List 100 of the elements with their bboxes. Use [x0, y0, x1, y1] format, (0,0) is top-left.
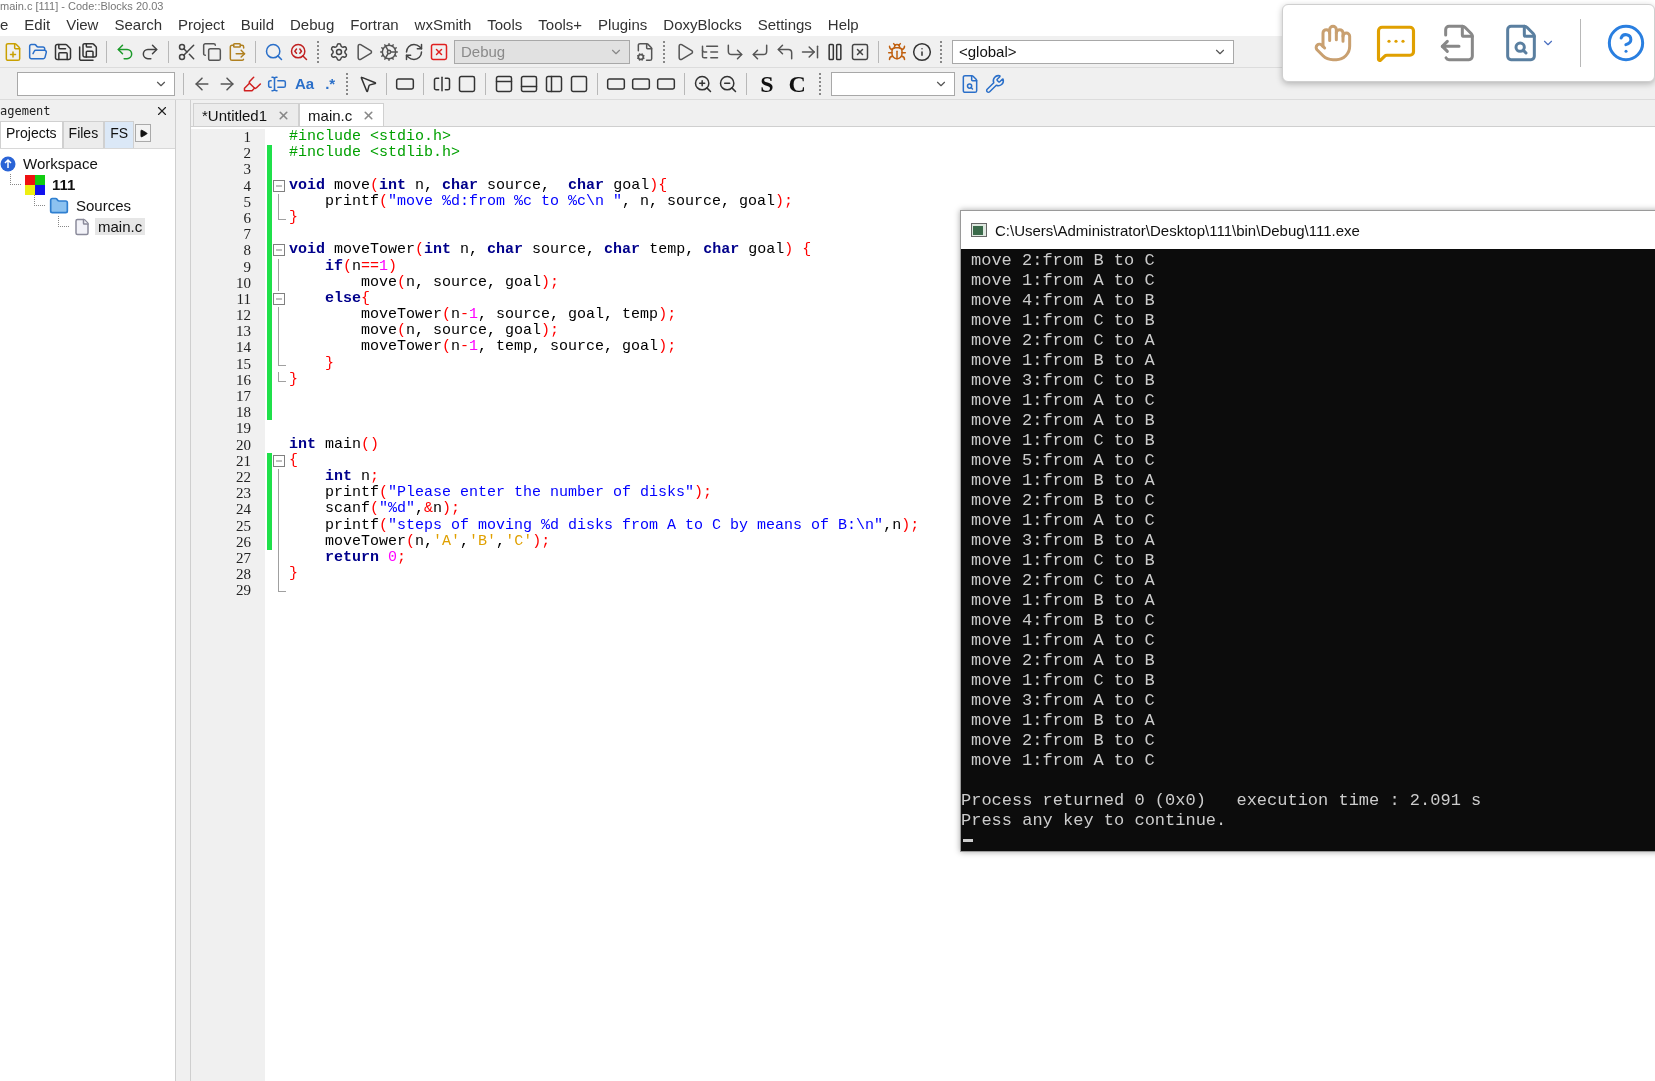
save-icon[interactable]	[53, 41, 73, 62]
console-line: move 1:from A to C	[970, 271, 1156, 291]
console-line: move 3:from B to A	[970, 531, 1156, 551]
menu-item[interactable]: Plugins	[591, 16, 655, 33]
scissors-icon[interactable]	[177, 41, 197, 62]
console-line: move 1:from B to A	[970, 711, 1156, 731]
save-all-icon[interactable]	[78, 41, 98, 62]
menu-item[interactable]: View	[59, 16, 106, 33]
menu-item[interactable]: e	[0, 16, 16, 33]
zoom-out-icon[interactable]	[718, 73, 739, 94]
code-line: }	[324, 355, 334, 372]
refresh-icon[interactable]	[404, 41, 424, 62]
panel-tab[interactable]: Files	[62, 121, 105, 148]
menu-item[interactable]: Project	[171, 16, 232, 33]
project-icon	[25, 174, 45, 195]
stop-icon[interactable]	[429, 41, 449, 62]
fold-toggle-icon[interactable]	[273, 244, 285, 257]
panel-bottom-icon[interactable]	[519, 73, 540, 94]
console-title: C:\Users\Administrator\Desktop\111\bin\Debug\111.exe	[995, 221, 1360, 239]
menu-item[interactable]: Help	[820, 16, 866, 33]
run-icon[interactable]	[675, 41, 695, 62]
menu-item[interactable]: Settings	[750, 16, 819, 33]
bug-icon[interactable]	[887, 41, 907, 62]
tree-item[interactable]: 111	[49, 176, 79, 193]
tree-item[interactable]: Sources	[73, 197, 135, 214]
copy-icon[interactable]	[202, 41, 222, 62]
code-line: void move(int n, char source, char goal){	[288, 177, 668, 194]
file-gear-icon[interactable]	[635, 41, 655, 62]
code-line: int n;	[324, 468, 380, 485]
console-line: move 5:from A to C	[970, 451, 1156, 471]
zoom-in-icon[interactable]	[693, 73, 714, 94]
clipboard-icon[interactable]	[227, 41, 247, 62]
menu-item[interactable]: wxSmith	[407, 16, 479, 33]
console-line: move 2:from B to C	[970, 731, 1156, 751]
menu-item[interactable]: Debug	[283, 16, 342, 33]
fold-toggle-icon[interactable]	[273, 179, 285, 192]
match-case-button[interactable]: Aa	[292, 75, 318, 92]
search-icon[interactable]	[264, 41, 284, 62]
panel-left-icon[interactable]	[544, 73, 565, 94]
cog-icon[interactable]	[379, 41, 399, 62]
close-square-icon[interactable]	[850, 41, 870, 62]
menu-item[interactable]: Fortran	[343, 16, 406, 33]
line-number: 24	[191, 501, 265, 518]
gear-icon[interactable]	[329, 41, 349, 62]
panel-title: agement	[0, 104, 51, 118]
menu-item[interactable]: Tools+	[531, 16, 590, 33]
console-line: move 1:from C to B	[970, 551, 1156, 571]
code-line: #include <stdlib.h>	[288, 145, 461, 162]
file-icon	[73, 217, 91, 236]
editor-tab[interactable]: main.c	[299, 103, 385, 126]
code-line: {	[288, 452, 298, 469]
code-line: return 0;	[324, 549, 407, 567]
tree-item[interactable]: main.c	[95, 218, 146, 235]
tree-connector-icon	[10, 174, 21, 185]
menu-item[interactable]: Search	[107, 16, 169, 33]
tree-item[interactable]: Workspace	[20, 155, 101, 172]
menu-item[interactable]: DoxyBlocks	[656, 16, 749, 33]
line-number: 12	[191, 307, 265, 324]
menu-item[interactable]: Edit	[17, 16, 58, 33]
help-icon[interactable]	[1606, 23, 1646, 63]
square-icon[interactable]	[457, 73, 478, 94]
line-number: 13	[191, 323, 265, 340]
letter-button[interactable]: C	[783, 70, 811, 97]
play-icon[interactable]	[354, 41, 374, 62]
line-number: 3	[191, 161, 265, 178]
line-number: 14	[191, 339, 265, 356]
scope-dropdown[interactable]: <global>	[952, 39, 1234, 64]
search-code-icon[interactable]	[289, 41, 309, 62]
folder-icon	[49, 195, 69, 216]
menu-item[interactable]: Build	[233, 16, 282, 33]
info-icon[interactable]	[912, 41, 932, 62]
panel-top-icon[interactable]	[494, 73, 515, 94]
code-line: void moveTower(int n, char source, char temp, char goal) {	[288, 242, 812, 259]
console-line: Press any key to continue.	[961, 811, 1228, 831]
console-line: Process returned 0 (0x0) execution time : 2.091 s	[961, 791, 1483, 811]
line-number: 19	[191, 420, 265, 437]
letter-button[interactable]: S	[755, 70, 779, 97]
console-line: move 2:from C to A	[970, 331, 1156, 351]
console-line: move 1:from C to B	[970, 431, 1156, 451]
code-line: scanf("%d",&n);	[324, 501, 461, 518]
close-icon[interactable]	[155, 104, 169, 118]
menu-item[interactable]: Tools	[480, 16, 530, 33]
panel-tab[interactable]: Projects	[0, 121, 63, 148]
open-folder-icon[interactable]	[28, 41, 48, 62]
console-line: move 2:from A to B	[970, 411, 1156, 431]
code-line: moveTower(n-1, temp, source, goal);	[360, 339, 677, 356]
fold-toggle-icon[interactable]	[273, 454, 285, 467]
tab-scroll-button[interactable]	[135, 124, 152, 142]
console-line: move 3:from A to C	[970, 691, 1156, 711]
console-icon	[971, 223, 987, 237]
regex-button[interactable]: .*	[322, 75, 339, 92]
code-line: }	[288, 371, 298, 388]
line-number: 2	[191, 145, 265, 162]
panel-tab[interactable]: FS	[104, 121, 135, 148]
text-cursor	[963, 839, 973, 842]
code-line: }	[288, 209, 298, 227]
fold-toggle-icon[interactable]	[273, 292, 285, 305]
editor-tab[interactable]: *Untitled1	[193, 103, 300, 126]
pause-icon[interactable]	[825, 41, 845, 62]
wrench-icon[interactable]	[984, 73, 1005, 94]
